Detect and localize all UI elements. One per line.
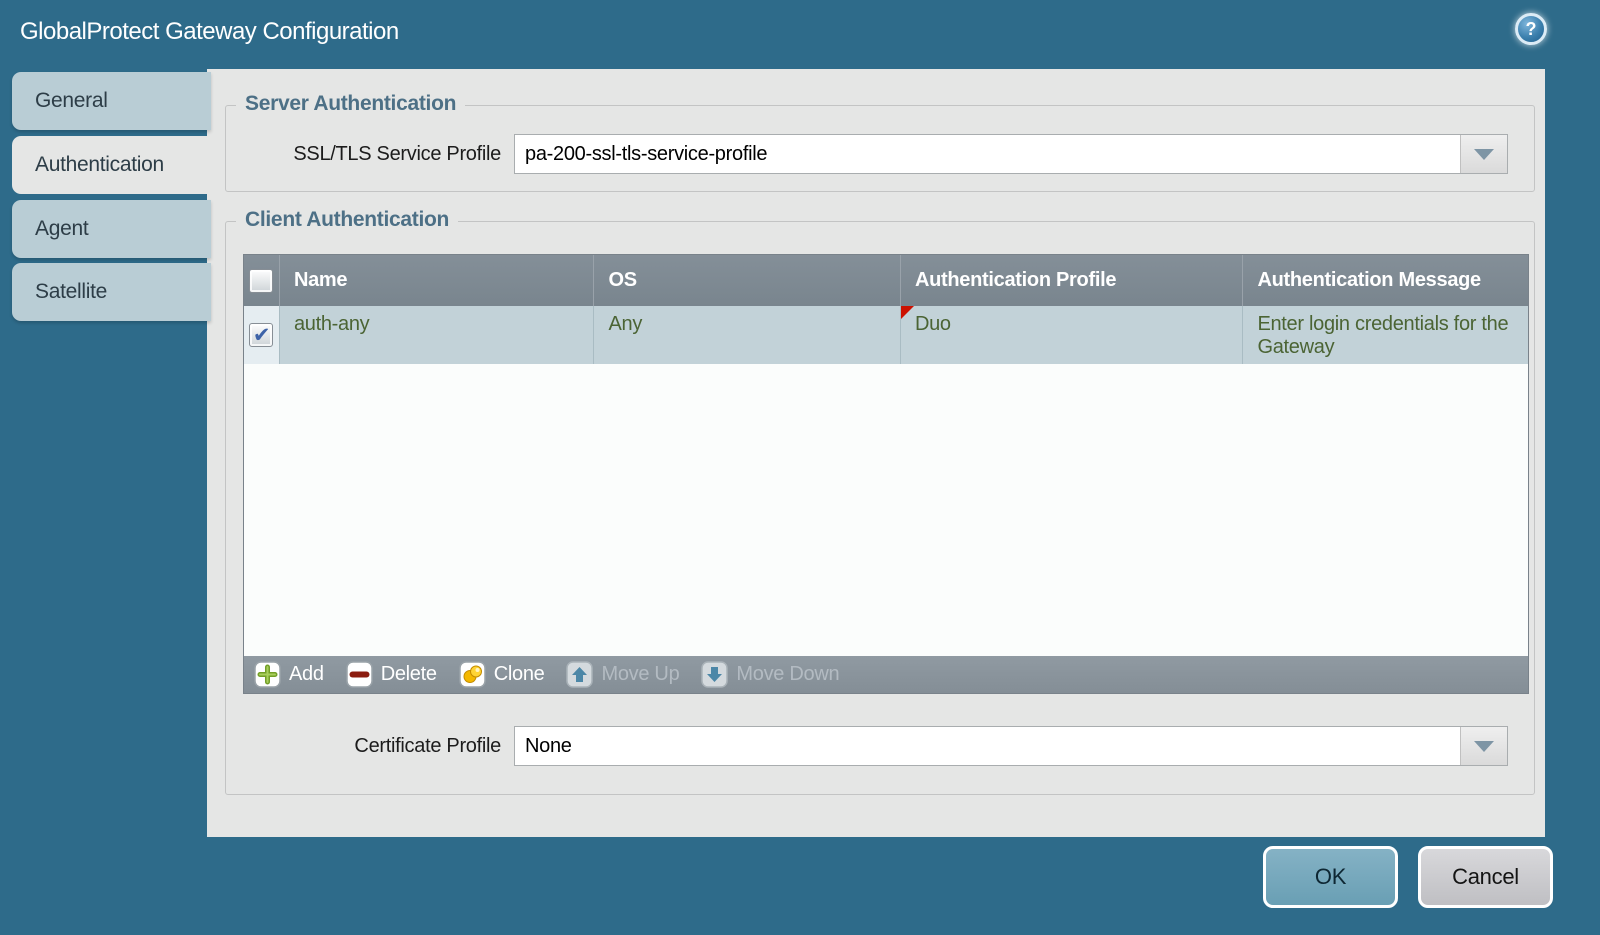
delete-button-label: Delete [380,663,437,685]
help-icon[interactable]: ? [1515,13,1547,45]
certificate-profile-value: None [525,734,572,757]
client-authentication-legend: Client Authentication [236,208,459,232]
ok-button[interactable]: OK [1263,846,1398,908]
move-down-button[interactable]: Move Down [701,661,840,688]
move-up-button[interactable]: Move Up [566,661,680,688]
tab-satellite-label: Satellite [35,280,108,303]
column-header-authentication-profile[interactable]: Authentication Profile [899,255,1242,306]
chevron-down-icon [1474,148,1494,160]
ssl-tls-dropdown-button[interactable] [1460,135,1507,173]
clone-button-label: Clone [493,663,545,685]
clone-button[interactable]: Clone [458,661,545,688]
clone-icon [458,661,486,688]
authentication-profile-value: Duo [914,313,951,335]
column-header-os[interactable]: OS [593,255,900,306]
table-header-row: Name OS Authentication Profile Authentic… [244,255,1528,306]
ssl-tls-service-profile-value: pa-200-ssl-tls-service-profile [525,142,768,165]
row-cell-authentication-profile[interactable]: Duo [899,306,1243,364]
column-header-authentication-message[interactable]: Authentication Message [1242,255,1528,306]
row-cell-name[interactable]: auth-any [278,306,594,364]
column-header-name[interactable]: Name [278,255,594,306]
chevron-down-icon [1474,740,1494,752]
tab-authentication-label: Authentication [35,153,164,176]
globalprotect-gateway-dialog: GlobalProtect Gateway Configuration ? Ge… [0,0,1600,935]
certificate-profile-label: Certificate Profile [354,734,501,757]
move-up-button-label: Move Up [601,663,680,685]
tab-agent[interactable]: Agent [12,200,211,258]
move-down-icon [701,661,729,688]
help-icon-glyph: ? [1525,18,1537,39]
delete-icon [345,661,373,688]
add-icon [254,661,281,688]
select-all-checkbox[interactable] [249,268,274,293]
page-title: GlobalProtect Gateway Configuration [20,18,399,45]
move-up-icon [566,661,594,688]
title-bar: GlobalProtect Gateway Configuration ? [0,0,1600,69]
table-row[interactable]: ✔ auth-any Any Duo Enter login credentia… [244,306,1528,364]
add-button-label: Add [289,663,324,685]
add-button[interactable]: Add [254,661,324,688]
tab-agent-label: Agent [35,217,89,240]
certificate-profile-dropdown[interactable]: None [514,726,1508,766]
move-down-button-label: Move Down [736,663,840,685]
table-toolbar: Add Delete Clone Move Up Move Down [244,656,1528,693]
row-checkbox-cell: ✔ [244,306,279,364]
client-authentication-table: Name OS Authentication Profile Authentic… [243,254,1529,694]
ssl-tls-service-profile-label: SSL/TLS Service Profile [293,142,501,165]
row-cell-authentication-message[interactable]: Enter login credentials for the Gateway [1242,306,1528,364]
delete-button[interactable]: Delete [345,661,437,688]
checkmark-icon: ✔ [252,323,271,347]
server-authentication-section: Server Authentication SSL/TLS Service Pr… [225,92,1535,192]
row-checkbox[interactable]: ✔ [249,323,274,347]
authentication-panel: Server Authentication SSL/TLS Service Pr… [207,69,1545,837]
select-all-header-cell [244,255,279,306]
client-authentication-section: Client Authentication Name OS Authentica… [225,208,1535,795]
server-authentication-legend: Server Authentication [236,92,466,116]
cancel-button[interactable]: Cancel [1418,846,1553,908]
tab-satellite[interactable]: Satellite [12,263,211,321]
modified-corner-icon [900,306,914,319]
ssl-tls-service-profile-dropdown[interactable]: pa-200-ssl-tls-service-profile [514,134,1508,174]
certificate-profile-dropdown-button[interactable] [1460,727,1507,765]
tab-authentication[interactable]: Authentication [12,136,211,194]
table-empty-area [244,364,1528,656]
row-cell-os[interactable]: Any [593,306,900,364]
tab-general[interactable]: General [12,72,211,130]
tab-general-label: General [35,89,108,112]
